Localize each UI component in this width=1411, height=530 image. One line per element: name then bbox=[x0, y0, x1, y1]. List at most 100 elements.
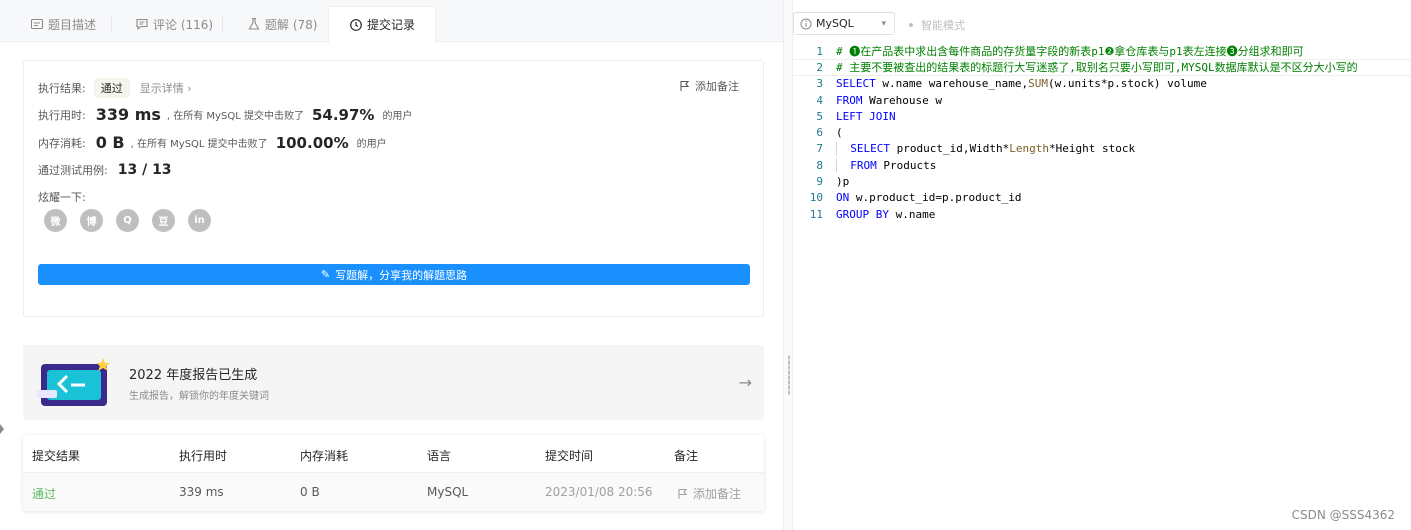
pencil-icon: ✎ bbox=[320, 268, 331, 281]
flask-icon bbox=[248, 17, 260, 30]
tab-submissions[interactable]: 提交记录 bbox=[328, 6, 436, 42]
code-line: 10 ON w.product_id=p.product_id bbox=[793, 190, 1411, 206]
code-text: GROUP BY w.name bbox=[836, 207, 936, 221]
runtime-row: 执行用时: 339 ms , 在所有 MySQL 提交中击败了 54.97% 的… bbox=[38, 105, 412, 124]
code-line: 6( bbox=[793, 124, 1411, 140]
clock-icon bbox=[350, 18, 362, 31]
header-time: 提交时间 bbox=[545, 449, 594, 463]
code-line: 5 LEFT JOIN bbox=[793, 108, 1411, 124]
flag-icon bbox=[678, 488, 688, 499]
tab-label: 提交记录 bbox=[366, 18, 415, 32]
memory-label: 内存消耗: bbox=[38, 136, 86, 150]
memory-desc: , 在所有 MySQL 提交中击败了 bbox=[130, 139, 268, 150]
arrow-right-icon[interactable]: → bbox=[739, 373, 752, 392]
code-line: 4 FROM Warehouse w bbox=[793, 92, 1411, 108]
tab-divider bbox=[222, 16, 223, 32]
write-solution-button[interactable]: ✎ 写题解，分享我的解题思路 bbox=[38, 264, 750, 285]
flag-icon bbox=[680, 80, 690, 91]
status-badge: 通过 bbox=[93, 78, 130, 98]
language-value: MySQL bbox=[816, 17, 854, 30]
info-icon bbox=[800, 18, 812, 29]
code-text: FROM Warehouse w bbox=[836, 93, 942, 107]
code-editor[interactable]: 1 # ❶在产品表中求出含每件商品的存货量字段的新表p1❷拿仓库表与p1表左连接❸… bbox=[793, 43, 1411, 222]
line-number: 1 bbox=[816, 44, 823, 58]
table-header: 提交结果 执行用时 内存消耗 语言 提交时间 备注 bbox=[23, 435, 764, 473]
language-select[interactable]: MySQL ▾ bbox=[793, 12, 895, 35]
linkedin-glyph: in bbox=[194, 215, 205, 226]
code-line: 7 SELECT product_id,Width*Length*Height … bbox=[793, 141, 1411, 157]
douban-glyph: 豆 bbox=[158, 217, 169, 228]
code-text: SELECT w.name warehouse_name,SUM(w.units… bbox=[836, 77, 1207, 91]
line-number: 7 bbox=[816, 142, 823, 156]
header-status: 提交结果 bbox=[32, 449, 81, 463]
dot-icon bbox=[909, 23, 913, 27]
line-number: 5 bbox=[816, 109, 823, 123]
description-icon bbox=[30, 18, 44, 30]
code-line: 9)p bbox=[793, 173, 1411, 189]
memory-suffix: 的用户 bbox=[356, 139, 387, 150]
tests-label: 通过测试用例: bbox=[38, 164, 108, 177]
annual-report-banner[interactable]: 2022 年度报告已生成 生成报告，解锁你的年度关键词 → bbox=[23, 345, 764, 420]
row-add-note-button[interactable]: 添加备注 bbox=[677, 485, 741, 502]
weibo-glyph: 博 bbox=[86, 217, 97, 228]
memory-row: 内存消耗: 0 B , 在所有 MySQL 提交中击败了 100.00% 的用户 bbox=[38, 133, 387, 152]
row-time: 2023/01/08 20:56 bbox=[545, 485, 653, 499]
linkedin-icon[interactable]: in bbox=[188, 209, 211, 232]
smart-mode-toggle[interactable]: 智能模式 bbox=[909, 17, 965, 33]
row-memory: 0 B bbox=[300, 485, 320, 499]
line-number: 3 bbox=[816, 77, 823, 91]
tab-comments[interactable]: 评论 (116) bbox=[135, 6, 213, 42]
row-add-note-label: 添加备注 bbox=[693, 487, 742, 501]
tab-solutions[interactable]: 题解 (78) bbox=[247, 6, 317, 42]
panel-splitter[interactable] bbox=[783, 0, 793, 530]
code-line: 3 SELECT w.name warehouse_name,SUM(w.unit… bbox=[793, 76, 1411, 92]
douban-icon[interactable]: 豆 bbox=[152, 209, 175, 232]
weibo-icon[interactable]: 博 bbox=[80, 209, 103, 232]
tests-value: 13 / 13 bbox=[117, 162, 172, 178]
banner-subtitle: 生成报告，解锁你的年度关键词 bbox=[129, 391, 269, 402]
code-line: 1 # ❶在产品表中求出含每件商品的存货量字段的新表p1❷拿仓库表与p1表左连接❸… bbox=[793, 43, 1411, 59]
code-text: ( bbox=[836, 126, 843, 140]
show-detail-label: 显示详情 bbox=[139, 82, 184, 95]
chevron-right-icon: › bbox=[187, 82, 192, 95]
code-text: SELECT product_id,Width*Length*Height st… bbox=[836, 142, 1135, 156]
memory-value: 0 B bbox=[95, 133, 125, 152]
submission-table: 提交结果 执行用时 内存消耗 语言 提交时间 备注 通过 339 ms 0 B … bbox=[23, 435, 764, 511]
tab-label: 评论 (116) bbox=[153, 17, 214, 32]
drag-handle-icon[interactable] bbox=[788, 355, 790, 395]
code-text: # ❶在产品表中求出含每件商品的存货量字段的新表p1❷拿仓库表与p1表左连接❸分… bbox=[836, 45, 1304, 59]
qq-icon[interactable]: Q bbox=[116, 209, 139, 232]
share-label-row: 炫耀一下: bbox=[38, 189, 86, 205]
smart-mode-label: 智能模式 bbox=[921, 19, 965, 32]
runtime-value: 339 ms bbox=[95, 105, 161, 124]
comment-icon bbox=[136, 18, 148, 31]
header-language: 语言 bbox=[427, 449, 452, 463]
code-text: FROM Products bbox=[836, 158, 936, 172]
code-text: ON w.product_id=p.product_id bbox=[836, 191, 1022, 205]
line-number: 4 bbox=[816, 93, 823, 107]
share-label: 炫耀一下: bbox=[38, 191, 86, 204]
app-root: 题目描述 评论 (116) 题解 (78) 提交记录 执行结果: 通过 显示详情… bbox=[0, 0, 1411, 530]
add-note-button[interactable]: 添加备注 bbox=[679, 78, 739, 94]
line-number: 11 bbox=[809, 207, 823, 221]
result-row: 执行结果: 通过 显示详情 › bbox=[38, 78, 192, 98]
code-line: 8 FROM Products bbox=[793, 157, 1411, 173]
tab-description[interactable]: 题目描述 bbox=[30, 6, 96, 42]
collapse-caret-icon[interactable] bbox=[0, 424, 4, 434]
header-memory: 内存消耗 bbox=[300, 449, 349, 463]
tab-label: 题解 (78) bbox=[265, 17, 318, 32]
line-number: 8 bbox=[816, 158, 823, 172]
table-row[interactable]: 通过 339 ms 0 B MySQL 2023/01/08 20:56 添加备… bbox=[23, 473, 764, 511]
line-number: 10 bbox=[809, 191, 823, 205]
runtime-desc: , 在所有 MySQL 提交中击败了 bbox=[166, 111, 304, 122]
wechat-glyph: 微 bbox=[50, 217, 61, 228]
show-detail-link[interactable]: 显示详情 › bbox=[140, 80, 192, 96]
tests-row: 通过测试用例: 13 / 13 bbox=[38, 162, 178, 178]
wechat-icon[interactable]: 微 bbox=[44, 209, 67, 232]
qq-glyph: Q bbox=[123, 215, 132, 226]
watermark: CSDN @SSS4362 bbox=[1291, 508, 1395, 522]
row-status[interactable]: 通过 bbox=[32, 485, 56, 502]
header-note: 备注 bbox=[674, 449, 699, 463]
code-line: 2 # 主要不要被查出的结果表的标题行大写迷惑了,取别名只要小写即可,MYSQL数… bbox=[793, 59, 1411, 76]
add-note-label: 添加备注 bbox=[695, 80, 739, 93]
